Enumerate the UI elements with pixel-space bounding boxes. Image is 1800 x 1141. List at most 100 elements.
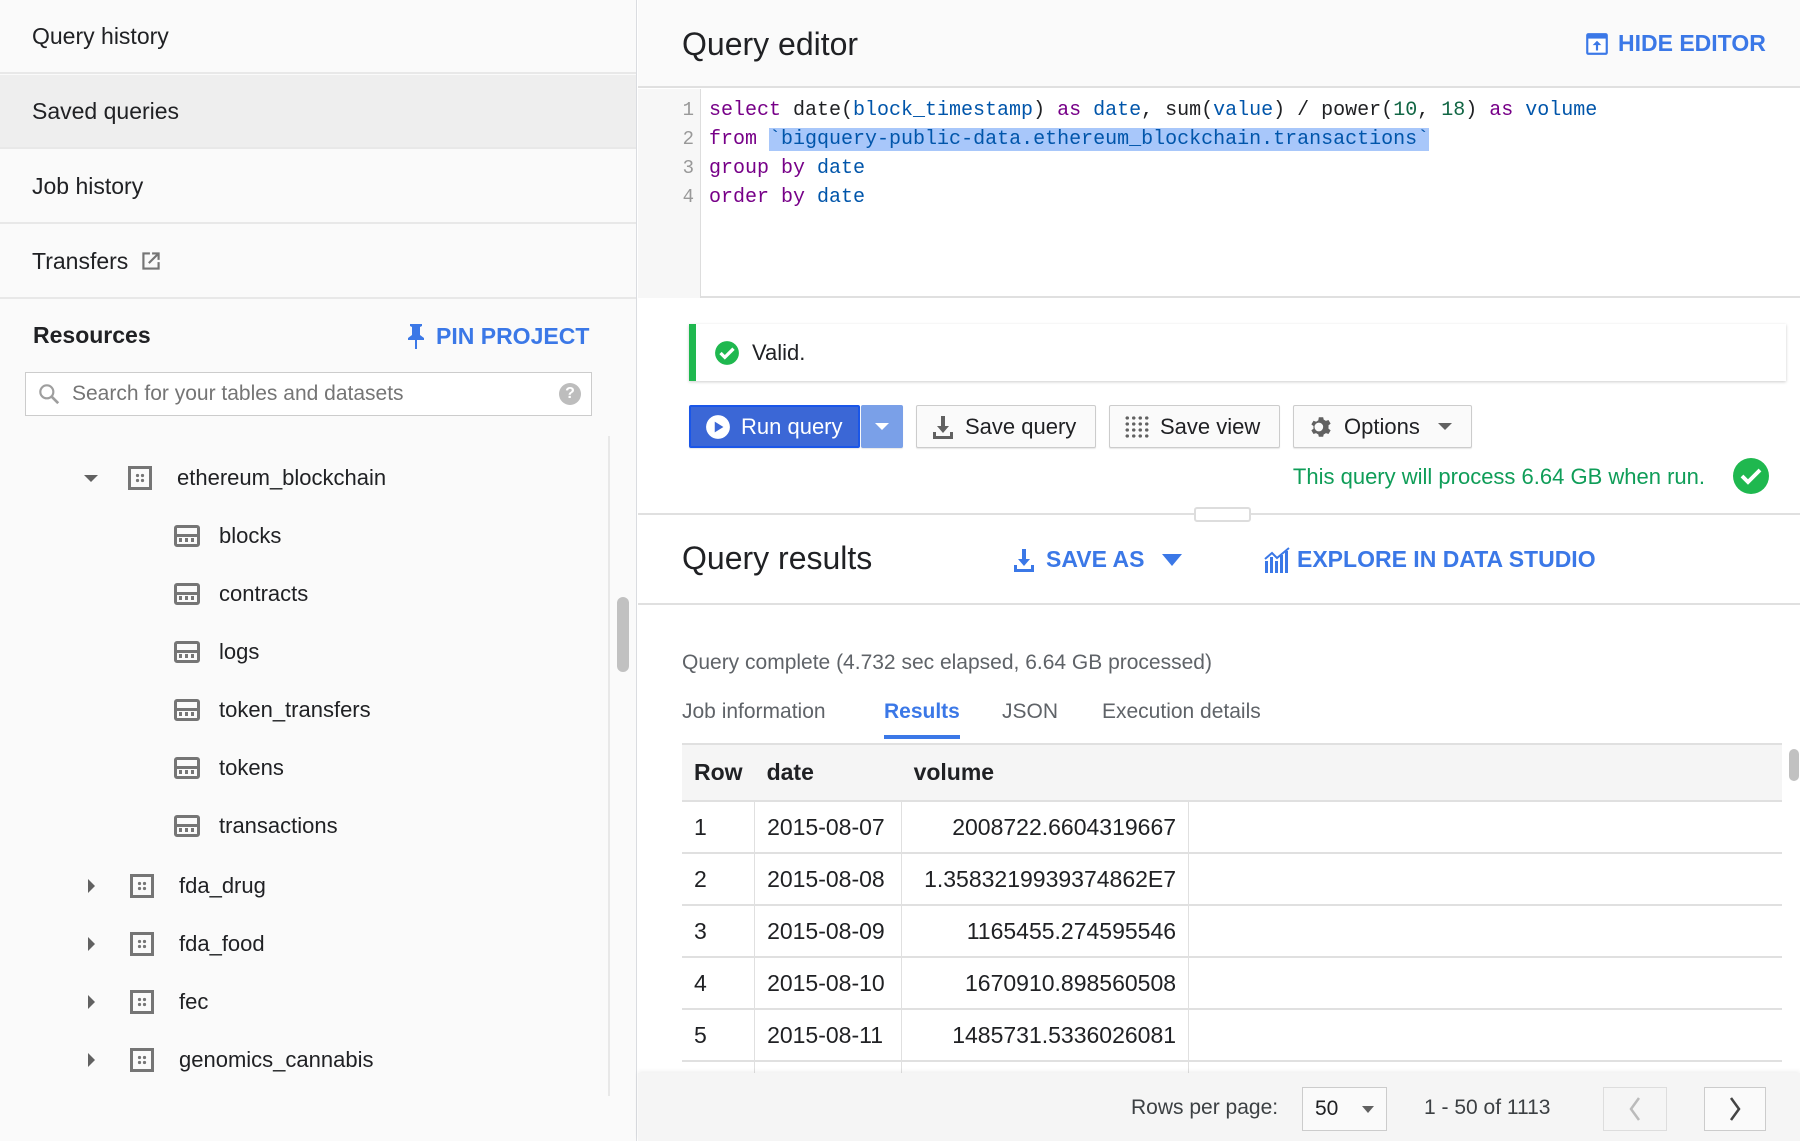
tree-dataset-fec[interactable]: fec [88,982,208,1022]
table-label: logs [219,639,260,664]
results-scrollbar[interactable] [1789,749,1799,781]
query-status: Query complete (4.732 sec elapsed, 6.64 … [682,651,1212,674]
play-icon [706,414,730,439]
tree-scrollbar[interactable] [617,597,629,672]
cell-date: 2015-08-09 [754,905,903,958]
save-view-button[interactable]: Save view [1109,405,1280,448]
cell-spacer [1188,801,1782,854]
tab-job-information[interactable]: Job information [682,700,826,724]
options-button[interactable]: Options [1293,405,1472,448]
cell-row: 3 [682,905,756,958]
rows-per-page-value: 50 [1315,1097,1339,1120]
code-token: select [709,99,782,122]
run-options-dropdown[interactable] [861,405,903,448]
save-query-button[interactable]: Save query [916,405,1096,448]
rows-per-page-label: Rows per page: [1131,1096,1279,1119]
process-estimate: This query will process 6.64 GB when run… [1292,464,1705,489]
code-token: as [1057,99,1082,122]
results-table: Row date volume 1 2015-08-07 2008722.66043… [682,743,1782,1083]
caret-down-icon [875,423,889,430]
page-range: 1 - 50 of 1113 [1424,1096,1551,1119]
cell-volume: 1165455.274595546 [901,905,1190,958]
code-token: volume [1525,99,1598,122]
sidebar: Query history Saved queries Job history … [0,0,637,1141]
pin-project-button[interactable]: PIN PROJECT [406,322,589,350]
tree-dataset-ethereum-blockchain[interactable]: ethereum_blockchain [84,458,386,498]
run-query-label: Run query [741,413,843,439]
tree-table-token-transfers[interactable]: token_transfers [174,690,371,730]
table-row: 2 2015-08-08 1.3583219939374862E7 [682,853,1782,906]
download-icon [933,415,953,439]
code-line-3: group by date [709,154,865,183]
table-label: transactions [219,813,338,838]
code-token: date [1093,99,1142,122]
line-number: 1 [682,99,694,121]
nav-label: Job history [32,172,144,199]
code-token: ) [1033,99,1058,122]
caret-right-icon[interactable] [88,879,95,893]
tree-table-tokens[interactable]: tokens [174,748,284,788]
cell-date: 2015-08-11 [754,1009,903,1062]
run-query-button[interactable]: Run query [689,405,860,448]
code-token: 18 [1441,99,1466,122]
tab-json[interactable]: JSON [1002,700,1058,724]
table-row: 1 2015-08-07 2008722.6604319667 [682,801,1782,854]
chevron-right-icon [1729,1097,1741,1121]
tab-results[interactable]: Results [884,700,960,739]
code-token: from [709,128,758,151]
code-line-4: order by date [709,183,865,212]
nav-label: Query history [32,22,169,49]
table-row: 5 2015-08-11 1485731.5336026081 [682,1009,1782,1062]
next-page-button[interactable] [1704,1087,1766,1131]
validation-banner: Valid. [689,324,1786,381]
cell-volume: 1670910.898560508 [901,957,1190,1010]
code-token: date [817,186,866,209]
save-as-button[interactable]: SAVE AS [1012,546,1183,573]
explore-data-studio-button[interactable]: EXPLORE IN DATA STUDIO [1263,546,1596,573]
table-icon [174,699,200,721]
dataset-label: genomics_cannabis [179,1047,374,1072]
tab-execution-details[interactable]: Execution details [1102,700,1261,724]
previous-page-button[interactable] [1603,1087,1667,1131]
caret-right-icon[interactable] [88,937,95,951]
caret-down-icon [1162,553,1183,566]
rows-per-page-select[interactable]: 50 [1302,1087,1387,1131]
dataset-icon [130,990,154,1014]
nav-transfers[interactable]: Transfers [0,225,636,299]
cell-date: 2015-08-08 [754,853,903,906]
nav-label: Transfers [32,247,129,274]
search-input[interactable]: Search for your tables and datasets ? [25,372,592,416]
tree-table-logs[interactable]: logs [174,632,259,672]
cell-spacer [1188,905,1782,958]
help-icon[interactable]: ? [559,383,581,405]
tree-table-blocks[interactable]: blocks [174,516,281,556]
code-token: block_timestamp [853,99,1034,122]
hide-editor-button[interactable]: HIDE EDITOR [1584,30,1766,57]
caret-right-icon[interactable] [88,995,95,1009]
nav-saved-queries[interactable]: Saved queries [0,75,636,149]
cell-volume: 2008722.6604319667 [901,801,1190,854]
check-circle-icon [715,340,739,365]
tree-table-contracts[interactable]: contracts [174,574,308,614]
selected-table-reference: `bigquery-public-data.ethereum_blockchai… [769,128,1430,151]
caret-down-icon[interactable] [84,474,98,482]
tree-table-transactions[interactable]: transactions [174,806,338,846]
tree-dataset-fda-drug[interactable]: fda_drug [88,866,266,906]
tree-divider [608,436,610,1096]
tree-dataset-fda-food[interactable]: fda_food [88,924,265,964]
nav-query-history[interactable]: Query history [0,0,636,74]
cell-spacer [1188,853,1782,906]
tree-dataset-genomics-cannabis[interactable]: genomics_cannabis [88,1040,373,1080]
resize-handle[interactable] [1194,507,1251,522]
code-token: as [1489,99,1514,122]
table-icon [174,525,200,547]
dataset-icon [130,1048,154,1072]
table-label: blocks [219,523,282,548]
caret-right-icon[interactable] [88,1053,95,1067]
cell-row: 5 [682,1009,756,1062]
nav-job-history[interactable]: Job history [0,150,636,224]
collapse-editor-icon [1586,32,1608,55]
